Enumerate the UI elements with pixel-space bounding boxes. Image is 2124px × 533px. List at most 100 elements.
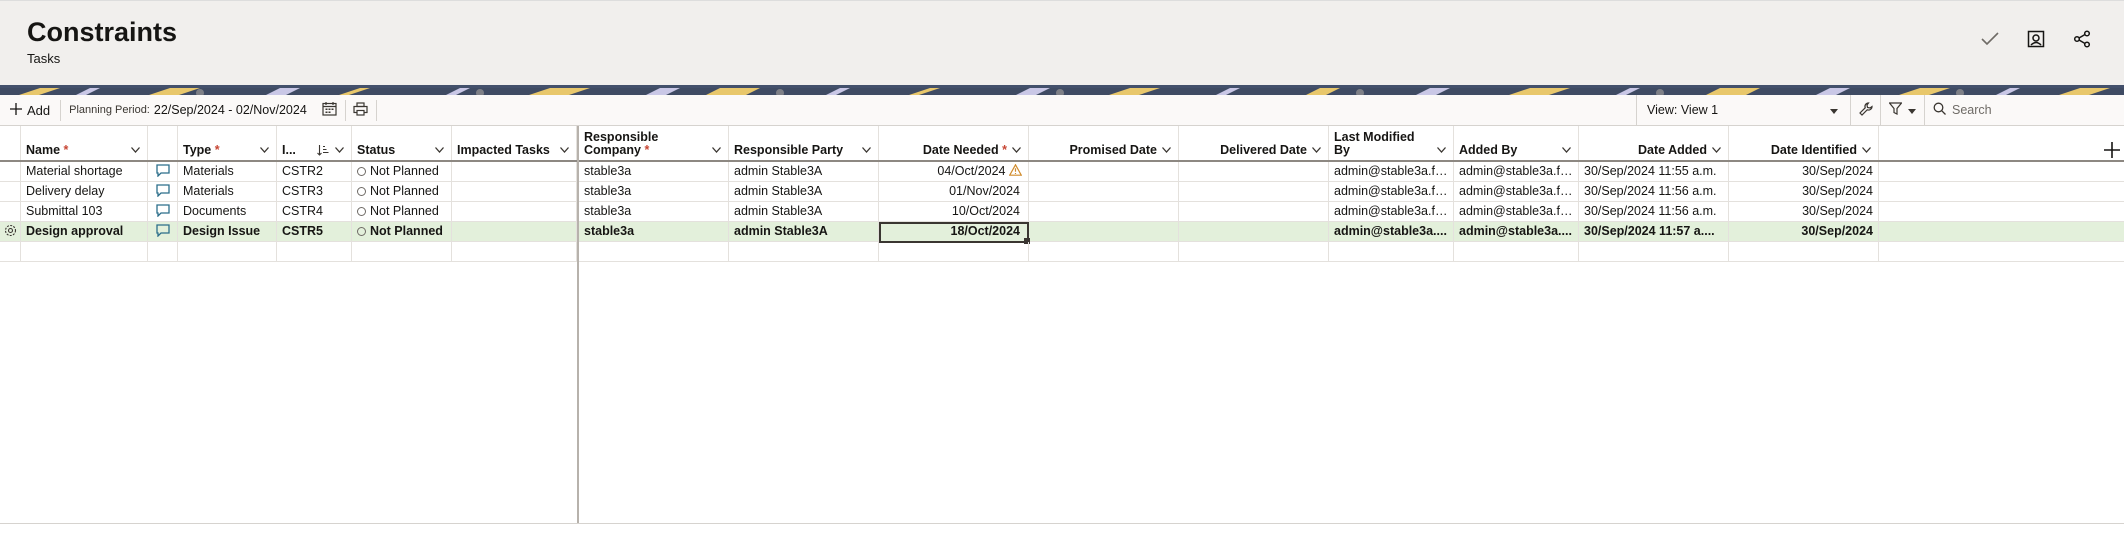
cell-type[interactable]: Materials: [178, 162, 277, 182]
cell-impacted-tasks[interactable]: [452, 162, 577, 182]
empty-cell[interactable]: [178, 242, 277, 262]
empty-cell[interactable]: [1729, 242, 1879, 262]
column-header-responsible-party[interactable]: Responsible Party: [729, 126, 879, 160]
cell-status[interactable]: Not Planned: [352, 162, 452, 182]
cell-responsible-party[interactable]: admin Stable3A: [729, 222, 879, 242]
export-report-icon[interactable]: [2024, 27, 2048, 51]
cell-impacted-tasks[interactable]: [452, 202, 577, 222]
column-header-date-added[interactable]: Date Added: [1579, 126, 1729, 160]
cell-name[interactable]: Design approval: [21, 222, 148, 242]
empty-cell[interactable]: [579, 242, 729, 262]
empty-cell[interactable]: [1179, 242, 1329, 262]
cell-delivered-date[interactable]: [1179, 182, 1329, 202]
chevron-down-icon[interactable]: [257, 143, 271, 157]
chevron-down-icon[interactable]: [1559, 143, 1573, 157]
print-button[interactable]: [346, 95, 376, 125]
cell-id[interactable]: CSTR2: [277, 162, 352, 182]
column-header-delivered-date[interactable]: Delivered Date: [1179, 126, 1329, 160]
cell-id[interactable]: CSTR5: [277, 222, 352, 242]
cell-id[interactable]: CSTR4: [277, 202, 352, 222]
cell-promised-date[interactable]: [1029, 182, 1179, 202]
add-button[interactable]: Add: [0, 95, 60, 125]
empty-cell[interactable]: [1029, 242, 1179, 262]
table-row[interactable]: Material shortage Materials CSTR2 Not Pl…: [0, 162, 2124, 182]
cell-name[interactable]: Material shortage: [21, 162, 148, 182]
empty-cell[interactable]: [1329, 242, 1454, 262]
chevron-down-icon[interactable]: [1709, 143, 1723, 157]
cell-last-modified-by[interactable]: admin@stable3a....: [1329, 222, 1454, 242]
column-header-impacted-tasks[interactable]: Impacted Tasks: [452, 126, 577, 160]
cell-responsible-party[interactable]: admin Stable3A: [729, 182, 879, 202]
cell-date-identified[interactable]: 30/Sep/2024: [1729, 202, 1879, 222]
chevron-down-icon[interactable]: [1434, 143, 1448, 157]
view-select[interactable]: View: View 1: [1636, 95, 1850, 125]
comment-icon[interactable]: [148, 202, 178, 222]
empty-cell[interactable]: [277, 242, 352, 262]
cell-id[interactable]: CSTR3: [277, 182, 352, 202]
frozen-column-divider[interactable]: [577, 126, 579, 524]
empty-row[interactable]: [0, 242, 2124, 262]
empty-cell[interactable]: [1454, 242, 1579, 262]
cell-date-identified[interactable]: 30/Sep/2024: [1729, 182, 1879, 202]
cell-status[interactable]: Not Planned: [352, 182, 452, 202]
cell-status[interactable]: Not Planned: [352, 202, 452, 222]
comment-icon[interactable]: [148, 162, 178, 182]
cell-added-by[interactable]: admin@stable3a.foo: [1454, 182, 1579, 202]
cell-delivered-date[interactable]: [1179, 222, 1329, 242]
cell-impacted-tasks[interactable]: [452, 222, 577, 242]
column-header-promised-date[interactable]: Promised Date: [1029, 126, 1179, 160]
cell-last-modified-by[interactable]: admin@stable3a.foo: [1329, 162, 1454, 182]
cell-responsible-company[interactable]: stable3a: [579, 202, 729, 222]
cell-responsible-company[interactable]: stable3a: [579, 222, 729, 242]
chevron-down-icon[interactable]: [128, 143, 142, 157]
cell-added-by[interactable]: admin@stable3a....: [1454, 222, 1579, 242]
empty-cell[interactable]: [1579, 242, 1729, 262]
chevron-down-icon[interactable]: [859, 143, 873, 157]
cell-last-modified-by[interactable]: admin@stable3a.foo: [1329, 202, 1454, 222]
add-column-button[interactable]: [2100, 140, 2124, 164]
chevron-down-icon[interactable]: [1159, 143, 1173, 157]
cell-type[interactable]: Documents: [178, 202, 277, 222]
row-settings-icon[interactable]: [0, 222, 21, 242]
cell-delivered-date[interactable]: [1179, 162, 1329, 182]
empty-cell[interactable]: [729, 242, 879, 262]
chevron-down-icon[interactable]: [332, 143, 346, 157]
table-row[interactable]: Submittal 103 Documents CSTR4 Not Planne…: [0, 202, 2124, 222]
column-header-added-by[interactable]: Added By: [1454, 126, 1579, 160]
cell-date-identified[interactable]: 30/Sep/2024: [1729, 162, 1879, 182]
cell-promised-date[interactable]: [1029, 222, 1179, 242]
comment-icon[interactable]: [148, 182, 178, 202]
cell-responsible-company[interactable]: stable3a: [579, 162, 729, 182]
cell-last-modified-by[interactable]: admin@stable3a.foo: [1329, 182, 1454, 202]
cell-delivered-date[interactable]: [1179, 202, 1329, 222]
cell-added-by[interactable]: admin@stable3a.foo: [1454, 162, 1579, 182]
cell-promised-date[interactable]: [1029, 162, 1179, 182]
cell-date-needed[interactable]: 10/Oct/2024: [879, 202, 1029, 222]
empty-cell[interactable]: [21, 242, 148, 262]
empty-cell[interactable]: [148, 242, 178, 262]
cell-responsible-party[interactable]: admin Stable3A: [729, 162, 879, 182]
settings-button[interactable]: [1850, 95, 1880, 125]
cell-date-added[interactable]: 30/Sep/2024 11:55 a.m.: [1579, 162, 1729, 182]
cell-date-needed[interactable]: 04/Oct/2024: [879, 162, 1029, 182]
cell-name[interactable]: Delivery delay: [21, 182, 148, 202]
sort-ascending-icon[interactable]: [316, 143, 330, 157]
cell-type[interactable]: Materials: [178, 182, 277, 202]
table-row-selected[interactable]: Design approval Design Issue CSTR5 Not P…: [0, 222, 2124, 242]
column-header-status[interactable]: Status: [352, 126, 452, 160]
cell-date-added[interactable]: 30/Sep/2024 11:57 a....: [1579, 222, 1729, 242]
cell-added-by[interactable]: admin@stable3a.foo: [1454, 202, 1579, 222]
chevron-down-icon[interactable]: [1009, 143, 1023, 157]
table-row[interactable]: Delivery delay Materials CSTR3 Not Plann…: [0, 182, 2124, 202]
chevron-down-icon[interactable]: [557, 143, 571, 157]
comment-icon[interactable]: [148, 222, 178, 242]
column-header-date-needed[interactable]: Date Needed *: [879, 126, 1029, 160]
chevron-down-icon[interactable]: [1309, 143, 1323, 157]
column-header-type[interactable]: Type *: [178, 126, 277, 160]
column-header-date-identified[interactable]: Date Identified: [1729, 126, 1879, 160]
empty-cell[interactable]: [879, 242, 1029, 262]
column-header-last-modified-by[interactable]: Last Modified By: [1329, 126, 1454, 160]
cell-status[interactable]: Not Planned: [352, 222, 452, 242]
cell-type[interactable]: Design Issue: [178, 222, 277, 242]
chevron-down-icon[interactable]: [1859, 143, 1873, 157]
